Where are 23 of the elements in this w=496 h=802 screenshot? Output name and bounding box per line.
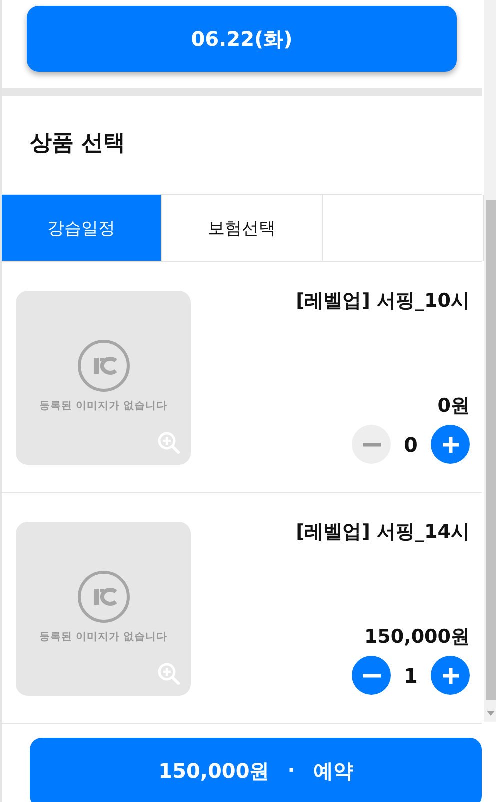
scrollbar[interactable] xyxy=(484,0,496,722)
quantity-value: 1 xyxy=(403,664,419,688)
logo-icon xyxy=(76,339,130,393)
minus-icon xyxy=(362,442,382,446)
product-price: 0원 xyxy=(438,394,470,419)
tab[interactable]: 강습일정 xyxy=(2,195,162,261)
section-title: 상품 선택 xyxy=(29,130,127,158)
product-title: [레벨업] 서핑_14시 xyxy=(296,520,470,545)
logo-icon xyxy=(76,570,130,624)
no-image-text: 등록된 이미지가 없습니다 xyxy=(39,630,168,644)
quantity-value: 0 xyxy=(403,432,419,456)
decrease-button[interactable] xyxy=(352,656,391,695)
scroll-down-icon[interactable] xyxy=(487,711,495,716)
plus-icon xyxy=(440,666,460,686)
plus-icon xyxy=(440,434,460,454)
reserve-button[interactable]: 150,000원 · 예약 xyxy=(30,738,482,802)
no-image-text: 등록된 이미지가 없습니다 xyxy=(39,399,168,413)
date-button[interactable]: 06.22(화) xyxy=(27,6,457,72)
increase-button[interactable] xyxy=(431,425,470,464)
increase-button[interactable] xyxy=(431,656,470,695)
product-title: [레벨업] 서핑_10시 xyxy=(296,289,470,314)
product-price: 150,000원 xyxy=(364,625,470,650)
minus-icon xyxy=(362,674,382,678)
